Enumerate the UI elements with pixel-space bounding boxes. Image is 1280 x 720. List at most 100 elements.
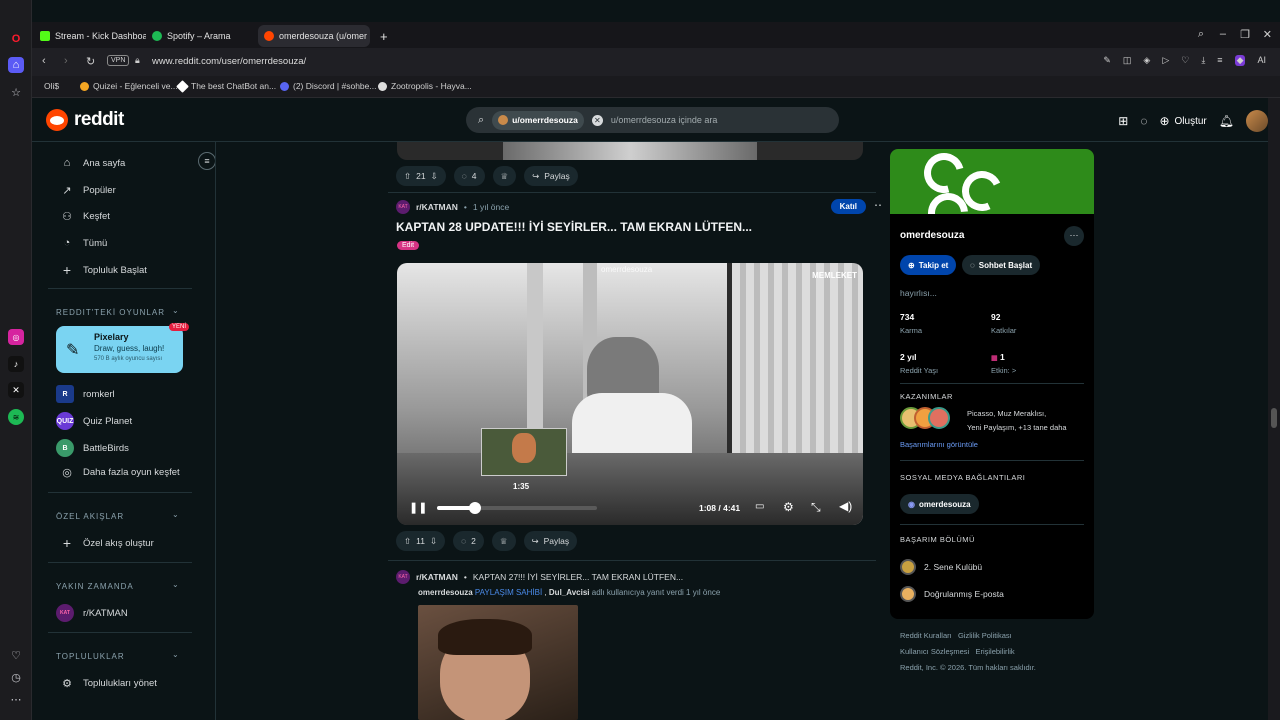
chevron-down-icon[interactable]: ⌄ — [172, 650, 179, 659]
agreement-link[interactable]: Kullanıcı Sözleşmesi — [900, 647, 969, 656]
vote-control[interactable]: ⇧ 11 ⇩ — [396, 531, 446, 551]
page-scrollbar[interactable] — [1268, 98, 1280, 720]
new-tab-button[interactable]: + — [374, 25, 390, 47]
instagram-icon[interactable]: ◎ — [8, 329, 24, 345]
comment-author[interactable]: omerrdesouza — [418, 588, 473, 597]
heart-icon[interactable]: ♡ — [8, 647, 24, 663]
comment-subreddit-link[interactable]: r/KATMAN — [416, 572, 458, 582]
rules-link[interactable]: Reddit Kuralları — [900, 631, 952, 640]
lock-icon[interactable]: 🔒︎ — [135, 55, 140, 66]
scrollbar-thumb[interactable] — [1271, 408, 1277, 428]
post-flair[interactable]: Edit — [397, 241, 420, 250]
social-link-discord[interactable]: ◉ omerdesouza — [900, 494, 979, 514]
x-icon[interactable]: ✕ — [8, 382, 24, 398]
sidebar-item-manage-communities[interactable]: ⚙ Toplulukları yönet — [60, 676, 157, 690]
clear-chip-icon[interactable]: ✕ — [591, 114, 603, 126]
spotify-icon[interactable]: ≋ — [8, 409, 24, 425]
url-field[interactable]: www.reddit.com/user/omerrdesouza/ — [152, 56, 306, 67]
close-window-button[interactable]: ✕ — [1263, 28, 1272, 41]
captions-icon[interactable]: ▭ — [755, 501, 764, 512]
subreddit-link[interactable]: r/KATMAN — [416, 202, 458, 212]
game-card-pixelary[interactable]: ✎ Pixelary Draw, guess, laugh! 570 B ayl… — [56, 323, 189, 373]
forward-icon[interactable]: › — [64, 55, 68, 67]
share-button[interactable]: ↪ Paylaş — [523, 531, 578, 551]
shield-icon[interactable]: ◈ — [1143, 55, 1150, 66]
search-input[interactable]: u/omerrdesouza içinde ara — [611, 115, 718, 125]
award-button[interactable]: ♕ — [491, 531, 516, 551]
home-icon[interactable]: ⌂ — [8, 57, 24, 73]
maximize-button[interactable]: ❐ — [1240, 28, 1250, 41]
upvote-icon[interactable]: ⇧ — [404, 171, 411, 182]
reload-icon[interactable]: ↻ — [86, 55, 95, 68]
sidebar-item-romkerl[interactable]: Rromkerl — [56, 385, 115, 403]
upvote-icon[interactable]: ⇧ — [404, 536, 411, 547]
pause-icon[interactable]: ❚❚ — [409, 501, 427, 514]
chevron-down-icon[interactable]: ⌄ — [172, 580, 179, 589]
bookmark-1[interactable]: Oli$ — [44, 81, 59, 91]
download-icon[interactable]: ⤓ — [1201, 55, 1205, 66]
sidebar-item-katman[interactable]: KAT r/KATMAN — [56, 604, 128, 622]
advertise-icon[interactable]: ⊞ — [1118, 114, 1128, 128]
comments-button[interactable]: ◌ 2 — [453, 531, 484, 551]
custom-feeds-header[interactable]: ÖZEL AKIŞLAR — [56, 512, 124, 521]
sidebar-item-popular[interactable]: ↗ Popüler — [60, 183, 115, 197]
menu-icon[interactable]: ≡ — [1217, 55, 1222, 66]
bookmark-3[interactable]: The best ChatBot an... — [176, 79, 276, 93]
more-icon[interactable]: ⋯ — [8, 691, 24, 707]
impact-label[interactable]: Etkin: > — [991, 366, 1016, 375]
accessibility-link[interactable]: Erişilebilirlik — [975, 647, 1014, 656]
tiktok-icon[interactable]: ♪ — [8, 356, 24, 372]
fullscreen-icon[interactable]: ⤡ — [811, 500, 821, 515]
tab-spotify[interactable]: Spotify – Arama — [146, 25, 258, 47]
follow-button[interactable]: ⊕ Takip et — [900, 255, 957, 275]
search-tabs-icon[interactable]: ⌕ — [1198, 28, 1204, 41]
communities-header[interactable]: TOPLULUKLAR — [56, 652, 125, 661]
privacy-link[interactable]: Gizlilik Politikası — [958, 631, 1012, 640]
search-scope-chip[interactable]: u/omerrdesouza — [492, 110, 584, 130]
previous-post-media[interactable] — [397, 142, 863, 160]
sidebar-item-all[interactable]: ◔ Tümü — [60, 236, 108, 250]
extension-icon[interactable]: ◆ — [1234, 55, 1246, 66]
comments-button[interactable]: ◌ 4 — [453, 166, 485, 186]
bookmark-4[interactable]: (2) Discord | #sohbe... — [280, 81, 376, 91]
collapse-nav-icon[interactable]: ≡ — [198, 152, 215, 170]
speed-dial-icon[interactable]: ☆ — [8, 84, 24, 100]
sidebar-item-start-community[interactable]: + Topluluk Başlat — [60, 262, 147, 278]
sidebar-item-more-games[interactable]: ◎ Daha fazla oyun keşfet — [60, 465, 179, 479]
downvote-icon[interactable]: ⇩ — [430, 536, 437, 547]
recent-header[interactable]: YAKIN ZAMANDA — [56, 582, 134, 591]
start-chat-button[interactable]: ◌ Sohbet Başlat — [962, 255, 1041, 275]
history-icon[interactable]: ◷ — [8, 669, 24, 685]
sidebar-item-home[interactable]: ⌂ Ana sayfa — [60, 156, 126, 170]
games-section-header[interactable]: REDDIT'TEKİ OYUNLAR — [56, 308, 165, 317]
chevron-down-icon[interactable]: ⌄ — [172, 306, 179, 315]
post-title[interactable]: KAPTAN 28 UPDATE!!! İYİ SEYİRLER... TAM … — [396, 220, 752, 234]
sidebar-item-create-feed[interactable]: + Özel akış oluştur — [60, 535, 154, 551]
create-button[interactable]: ⊕ Oluştur — [1159, 114, 1206, 128]
camera-icon[interactable]: ◫ — [1123, 55, 1132, 66]
favorite-icon[interactable]: ♡ — [1181, 55, 1189, 66]
sidebar-item-quiz-planet[interactable]: QUIZ Quiz Planet — [56, 412, 132, 430]
tab-kick[interactable]: Stream - Kick Dashboard — [34, 25, 146, 47]
vote-control[interactable]: ⇧ 21 ⇩ — [396, 166, 446, 186]
comment-image[interactable] — [418, 605, 578, 720]
play-icon[interactable]: ▷ — [1162, 55, 1169, 66]
sidebar-item-battlebirds[interactable]: B BattleBirds — [56, 439, 129, 457]
progress-bar[interactable] — [437, 502, 597, 514]
opera-logo-icon[interactable]: O — [8, 31, 24, 47]
edit-icon[interactable]: ✎ — [1103, 55, 1111, 66]
chevron-down-icon[interactable]: ⌄ — [172, 510, 179, 519]
bookmark-2[interactable]: Quizei - Eğlenceli ve... — [80, 81, 178, 91]
back-icon[interactable]: ‹ — [42, 55, 46, 67]
notification-bell-icon[interactable]: 🔔︎ — [1219, 114, 1234, 128]
sidebar-item-explore[interactable]: ⚇ Keşfet — [60, 209, 110, 223]
downvote-icon[interactable]: ⇩ — [431, 171, 438, 182]
share-button[interactable]: ↪ Paylaş — [524, 166, 578, 186]
search-bar[interactable]: ⌕ u/omerrdesouza ✕ u/omerrdesouza içinde… — [466, 107, 839, 133]
chat-icon[interactable]: ◌ — [1140, 114, 1147, 128]
reddit-logo[interactable]: reddit — [46, 109, 124, 131]
tab-reddit[interactable]: omerdesouza (u/omer — [258, 25, 370, 47]
profile-more-icon[interactable]: ⋯ — [1064, 226, 1084, 246]
comment-post-title[interactable]: KAPTAN 27!!! İYİ SEYİRLER... TAM EKRAN L… — [473, 572, 683, 582]
join-button[interactable]: Katıl — [830, 199, 866, 214]
